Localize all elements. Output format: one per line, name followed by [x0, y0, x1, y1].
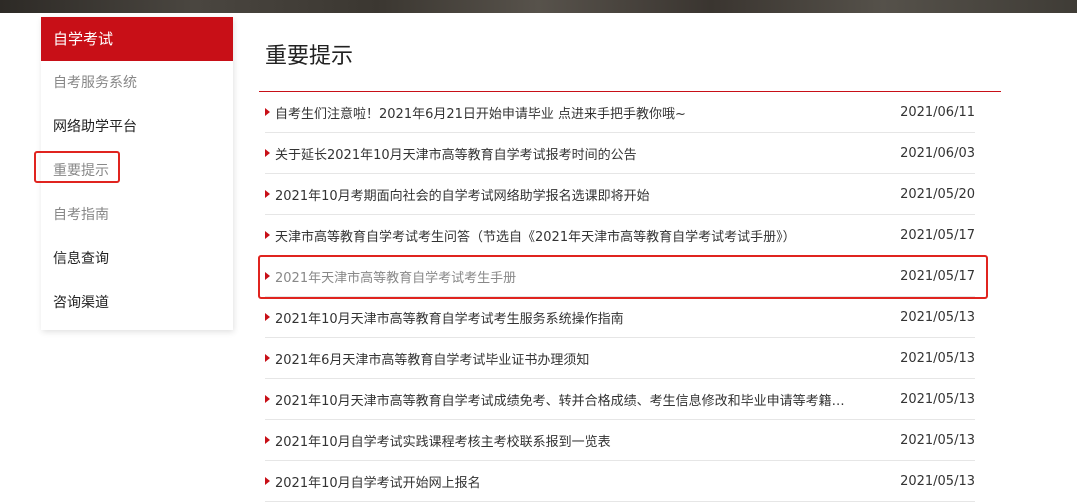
sidebar-item-service-system[interactable]: 自考服务系统	[41, 61, 233, 105]
triangle-bullet-icon	[265, 477, 270, 485]
header-banner-image	[0, 0, 1077, 13]
news-item[interactable]: 关于延长2021年10月天津市高等教育自学考试报考时间的公告 2021/06/0…	[265, 133, 975, 174]
sidebar-item-online-platform[interactable]: 网络助学平台	[41, 105, 233, 149]
news-item[interactable]: 2021年10月考期面向社会的自学考试网络助学报名选课即将开始 2021/05/…	[265, 174, 975, 215]
news-date: 2021/06/03	[900, 145, 975, 161]
news-title[interactable]: 自考生们注意啦！2021年6月21日开始申请毕业 点进来手把手教你哦~	[275, 103, 686, 122]
triangle-bullet-icon	[265, 436, 270, 444]
news-title[interactable]: 2021年10月自学考试实践课程考核主考校联系报到一览表	[275, 431, 611, 450]
news-title[interactable]: 2021年6月天津市高等教育自学考试毕业证书办理须知	[275, 349, 589, 368]
news-item[interactable]: 天津市高等教育自学考试考生问答（节选自《2021年天津市高等教育自学考试考试手册…	[265, 215, 975, 256]
news-title[interactable]: 2021年10月天津市高等教育自学考试成绩免考、转并合格成绩、考生信息修改和毕业…	[275, 390, 855, 409]
news-title[interactable]: 2021年天津市高等教育自学考试考生手册	[275, 267, 516, 286]
sidebar-item-guide[interactable]: 自考指南	[41, 193, 233, 237]
sidebar-item-info-query[interactable]: 信息查询	[41, 237, 233, 281]
news-date: 2021/05/20	[900, 186, 975, 202]
news-item[interactable]: 自考生们注意啦！2021年6月21日开始申请毕业 点进来手把手教你哦~ 2021…	[265, 92, 975, 133]
triangle-bullet-icon	[265, 272, 270, 280]
sidebar-item-consult[interactable]: 咨询渠道	[41, 281, 233, 325]
news-date: 2021/05/13	[900, 350, 975, 366]
news-title[interactable]: 2021年10月天津市高等教育自学考试考生服务系统操作指南	[275, 308, 624, 327]
news-list: 自考生们注意啦！2021年6月21日开始申请毕业 点进来手把手教你哦~ 2021…	[265, 92, 975, 502]
triangle-bullet-icon	[265, 395, 270, 403]
news-date: 2021/05/13	[900, 309, 975, 325]
news-date: 2021/05/13	[900, 391, 975, 407]
news-item-selected[interactable]: 2021年天津市高等教育自学考试考生手册 2021/05/17	[265, 256, 975, 297]
news-title[interactable]: 关于延长2021年10月天津市高等教育自学考试报考时间的公告	[275, 144, 637, 163]
triangle-bullet-icon	[265, 313, 270, 321]
triangle-bullet-icon	[265, 108, 270, 116]
news-title[interactable]: 2021年10月考期面向社会的自学考试网络助学报名选课即将开始	[275, 185, 650, 204]
news-item[interactable]: 2021年10月天津市高等教育自学考试成绩免考、转并合格成绩、考生信息修改和毕业…	[265, 379, 975, 420]
news-item[interactable]: 2021年10月自学考试开始网上报名 2021/05/13	[265, 461, 975, 502]
page-title: 重要提示	[265, 44, 354, 69]
triangle-bullet-icon	[265, 354, 270, 362]
triangle-bullet-icon	[265, 231, 270, 239]
news-date: 2021/05/17	[900, 227, 975, 243]
sidebar-nav: 自学考试 自考服务系统 网络助学平台 重要提示 自考指南 信息查询 咨询渠道	[41, 17, 233, 330]
news-title[interactable]: 2021年10月自学考试开始网上报名	[275, 472, 481, 491]
news-date: 2021/05/13	[900, 473, 975, 489]
news-date: 2021/05/17	[900, 268, 975, 284]
news-date: 2021/05/13	[900, 432, 975, 448]
news-title[interactable]: 天津市高等教育自学考试考生问答（节选自《2021年天津市高等教育自学考试考试手册…	[275, 226, 796, 245]
triangle-bullet-icon	[265, 190, 270, 198]
news-item[interactable]: 2021年6月天津市高等教育自学考试毕业证书办理须知 2021/05/13	[265, 338, 975, 379]
sidebar-item-important-notice[interactable]: 重要提示	[41, 149, 233, 193]
news-item[interactable]: 2021年10月自学考试实践课程考核主考校联系报到一览表 2021/05/13	[265, 420, 975, 461]
news-item[interactable]: 2021年10月天津市高等教育自学考试考生服务系统操作指南 2021/05/13	[265, 297, 975, 338]
triangle-bullet-icon	[265, 149, 270, 157]
sidebar-title: 自学考试	[41, 17, 233, 61]
news-date: 2021/06/11	[900, 104, 975, 120]
